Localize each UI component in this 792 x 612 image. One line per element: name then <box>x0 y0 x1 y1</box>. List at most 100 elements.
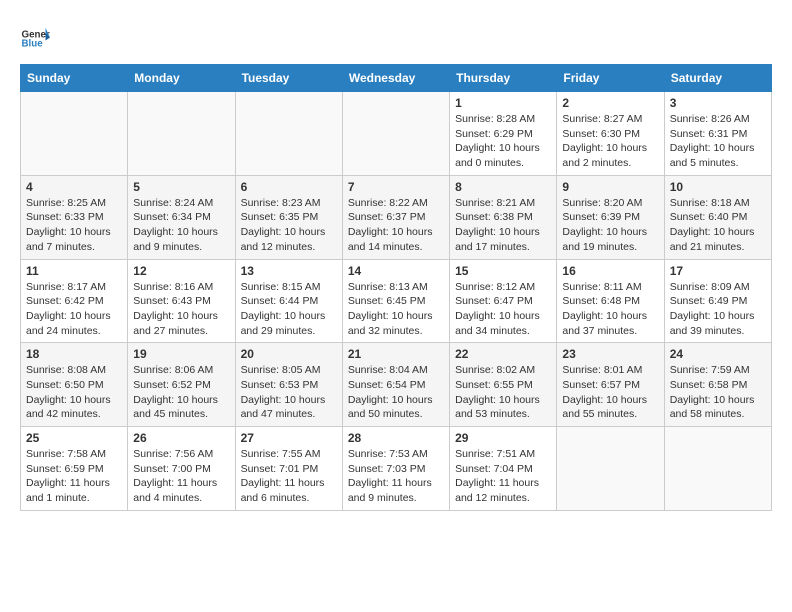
weekday-header-saturday: Saturday <box>664 65 771 92</box>
day-info: Sunrise: 8:18 AM Sunset: 6:40 PM Dayligh… <box>670 196 766 255</box>
calendar-cell: 21 Sunrise: 8:04 AM Sunset: 6:54 PM Dayli… <box>342 343 449 427</box>
calendar-week-row: 1 Sunrise: 8:28 AM Sunset: 6:29 PM Daylig… <box>21 92 772 176</box>
calendar-cell: 9 Sunrise: 8:20 AM Sunset: 6:39 PM Daylig… <box>557 175 664 259</box>
day-number: 13 <box>241 264 337 278</box>
day-number: 14 <box>348 264 444 278</box>
day-info: Sunrise: 8:25 AM Sunset: 6:33 PM Dayligh… <box>26 196 122 255</box>
day-number: 21 <box>348 347 444 361</box>
calendar-cell: 1 Sunrise: 8:28 AM Sunset: 6:29 PM Daylig… <box>450 92 557 176</box>
calendar-cell <box>21 92 128 176</box>
svg-text:Blue: Blue <box>22 39 44 50</box>
weekday-header-sunday: Sunday <box>21 65 128 92</box>
calendar-cell: 26 Sunrise: 7:56 AM Sunset: 7:00 PM Dayli… <box>128 427 235 511</box>
day-info: Sunrise: 8:17 AM Sunset: 6:42 PM Dayligh… <box>26 280 122 339</box>
day-info: Sunrise: 8:11 AM Sunset: 6:48 PM Dayligh… <box>562 280 658 339</box>
day-info: Sunrise: 8:04 AM Sunset: 6:54 PM Dayligh… <box>348 363 444 422</box>
calendar-cell: 25 Sunrise: 7:58 AM Sunset: 6:59 PM Dayli… <box>21 427 128 511</box>
calendar-week-row: 18 Sunrise: 8:08 AM Sunset: 6:50 PM Dayli… <box>21 343 772 427</box>
day-number: 3 <box>670 96 766 110</box>
day-info: Sunrise: 7:58 AM Sunset: 6:59 PM Dayligh… <box>26 447 122 506</box>
day-info: Sunrise: 8:13 AM Sunset: 6:45 PM Dayligh… <box>348 280 444 339</box>
day-info: Sunrise: 8:16 AM Sunset: 6:43 PM Dayligh… <box>133 280 229 339</box>
day-number: 28 <box>348 431 444 445</box>
day-info: Sunrise: 8:21 AM Sunset: 6:38 PM Dayligh… <box>455 196 551 255</box>
day-number: 12 <box>133 264 229 278</box>
day-number: 17 <box>670 264 766 278</box>
day-number: 26 <box>133 431 229 445</box>
page-header: General Blue <box>20 20 772 54</box>
calendar-cell: 24 Sunrise: 7:59 AM Sunset: 6:58 PM Dayli… <box>664 343 771 427</box>
day-number: 16 <box>562 264 658 278</box>
calendar-cell: 18 Sunrise: 8:08 AM Sunset: 6:50 PM Dayli… <box>21 343 128 427</box>
weekday-header-wednesday: Wednesday <box>342 65 449 92</box>
day-info: Sunrise: 7:56 AM Sunset: 7:00 PM Dayligh… <box>133 447 229 506</box>
calendar-cell <box>235 92 342 176</box>
weekday-header-monday: Monday <box>128 65 235 92</box>
weekday-header-tuesday: Tuesday <box>235 65 342 92</box>
calendar-week-row: 25 Sunrise: 7:58 AM Sunset: 6:59 PM Dayli… <box>21 427 772 511</box>
day-number: 11 <box>26 264 122 278</box>
day-number: 5 <box>133 180 229 194</box>
day-number: 23 <box>562 347 658 361</box>
day-info: Sunrise: 8:27 AM Sunset: 6:30 PM Dayligh… <box>562 112 658 171</box>
calendar-cell: 27 Sunrise: 7:55 AM Sunset: 7:01 PM Dayli… <box>235 427 342 511</box>
day-number: 15 <box>455 264 551 278</box>
calendar-cell: 23 Sunrise: 8:01 AM Sunset: 6:57 PM Dayli… <box>557 343 664 427</box>
calendar-cell <box>128 92 235 176</box>
day-info: Sunrise: 8:06 AM Sunset: 6:52 PM Dayligh… <box>133 363 229 422</box>
calendar-cell: 7 Sunrise: 8:22 AM Sunset: 6:37 PM Daylig… <box>342 175 449 259</box>
day-number: 29 <box>455 431 551 445</box>
day-number: 24 <box>670 347 766 361</box>
day-number: 4 <box>26 180 122 194</box>
calendar-cell: 13 Sunrise: 8:15 AM Sunset: 6:44 PM Dayli… <box>235 259 342 343</box>
calendar-cell: 11 Sunrise: 8:17 AM Sunset: 6:42 PM Dayli… <box>21 259 128 343</box>
calendar-week-row: 11 Sunrise: 8:17 AM Sunset: 6:42 PM Dayli… <box>21 259 772 343</box>
day-info: Sunrise: 8:22 AM Sunset: 6:37 PM Dayligh… <box>348 196 444 255</box>
day-info: Sunrise: 8:20 AM Sunset: 6:39 PM Dayligh… <box>562 196 658 255</box>
day-info: Sunrise: 7:59 AM Sunset: 6:58 PM Dayligh… <box>670 363 766 422</box>
day-number: 25 <box>26 431 122 445</box>
day-info: Sunrise: 8:01 AM Sunset: 6:57 PM Dayligh… <box>562 363 658 422</box>
day-info: Sunrise: 8:05 AM Sunset: 6:53 PM Dayligh… <box>241 363 337 422</box>
day-number: 1 <box>455 96 551 110</box>
calendar-cell: 6 Sunrise: 8:23 AM Sunset: 6:35 PM Daylig… <box>235 175 342 259</box>
calendar-cell <box>557 427 664 511</box>
weekday-header-row: SundayMondayTuesdayWednesdayThursdayFrid… <box>21 65 772 92</box>
calendar-cell: 10Sunrise: 8:18 AM Sunset: 6:40 PM Dayli… <box>664 175 771 259</box>
day-number: 7 <box>348 180 444 194</box>
calendar-cell <box>342 92 449 176</box>
day-number: 22 <box>455 347 551 361</box>
logo-icon: General Blue <box>20 24 50 54</box>
day-info: Sunrise: 8:12 AM Sunset: 6:47 PM Dayligh… <box>455 280 551 339</box>
day-number: 19 <box>133 347 229 361</box>
day-info: Sunrise: 8:15 AM Sunset: 6:44 PM Dayligh… <box>241 280 337 339</box>
day-number: 9 <box>562 180 658 194</box>
day-info: Sunrise: 8:09 AM Sunset: 6:49 PM Dayligh… <box>670 280 766 339</box>
day-number: 6 <box>241 180 337 194</box>
calendar-cell: 14 Sunrise: 8:13 AM Sunset: 6:45 PM Dayli… <box>342 259 449 343</box>
calendar-cell: 15 Sunrise: 8:12 AM Sunset: 6:47 PM Dayli… <box>450 259 557 343</box>
calendar-cell: 2Sunrise: 8:27 AM Sunset: 6:30 PM Daylig… <box>557 92 664 176</box>
calendar-cell: 22 Sunrise: 8:02 AM Sunset: 6:55 PM Dayli… <box>450 343 557 427</box>
weekday-header-thursday: Thursday <box>450 65 557 92</box>
day-info: Sunrise: 8:23 AM Sunset: 6:35 PM Dayligh… <box>241 196 337 255</box>
day-info: Sunrise: 8:26 AM Sunset: 6:31 PM Dayligh… <box>670 112 766 171</box>
day-info: Sunrise: 7:55 AM Sunset: 7:01 PM Dayligh… <box>241 447 337 506</box>
calendar-cell <box>664 427 771 511</box>
day-info: Sunrise: 7:51 AM Sunset: 7:04 PM Dayligh… <box>455 447 551 506</box>
calendar-week-row: 4 Sunrise: 8:25 AM Sunset: 6:33 PM Daylig… <box>21 175 772 259</box>
day-info: Sunrise: 8:02 AM Sunset: 6:55 PM Dayligh… <box>455 363 551 422</box>
day-info: Sunrise: 8:08 AM Sunset: 6:50 PM Dayligh… <box>26 363 122 422</box>
calendar-cell: 8 Sunrise: 8:21 AM Sunset: 6:38 PM Daylig… <box>450 175 557 259</box>
day-number: 20 <box>241 347 337 361</box>
day-info: Sunrise: 8:24 AM Sunset: 6:34 PM Dayligh… <box>133 196 229 255</box>
day-number: 27 <box>241 431 337 445</box>
calendar-cell: 19 Sunrise: 8:06 AM Sunset: 6:52 PM Dayli… <box>128 343 235 427</box>
day-number: 8 <box>455 180 551 194</box>
day-info: Sunrise: 7:53 AM Sunset: 7:03 PM Dayligh… <box>348 447 444 506</box>
calendar-cell: 5 Sunrise: 8:24 AM Sunset: 6:34 PM Daylig… <box>128 175 235 259</box>
calendar-cell: 4 Sunrise: 8:25 AM Sunset: 6:33 PM Daylig… <box>21 175 128 259</box>
day-number: 18 <box>26 347 122 361</box>
calendar-cell: 28 Sunrise: 7:53 AM Sunset: 7:03 PM Dayli… <box>342 427 449 511</box>
day-info: Sunrise: 8:28 AM Sunset: 6:29 PM Dayligh… <box>455 112 551 171</box>
